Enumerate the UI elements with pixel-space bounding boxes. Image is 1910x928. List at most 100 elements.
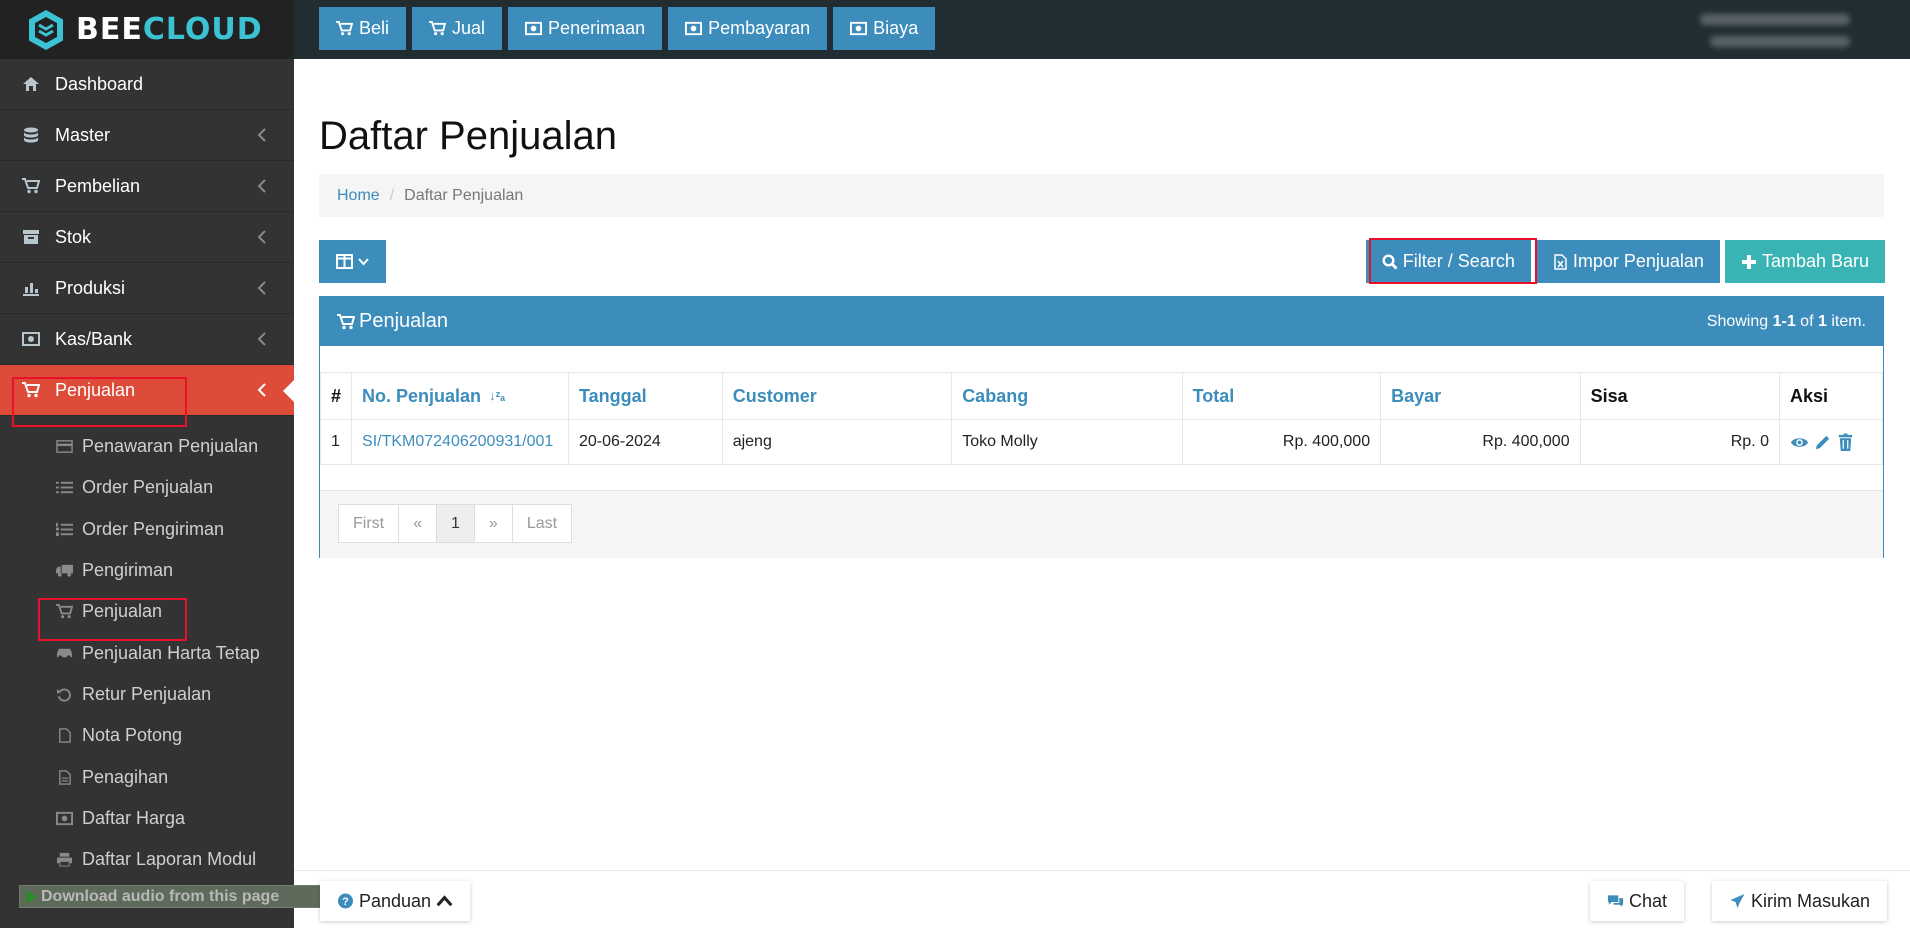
- sidebar-item-pembelian[interactable]: Pembelian: [0, 161, 294, 212]
- chat-button[interactable]: Chat: [1590, 881, 1685, 921]
- table-header-row: # No. Penjualan ↓ᶻₐ Tanggal Customer Cab…: [319, 372, 1883, 420]
- plus-icon: [1741, 254, 1756, 269]
- highlight-box: [12, 377, 187, 427]
- import-button[interactable]: Impor Penjualan: [1535, 240, 1720, 283]
- footer-divider: [294, 870, 1910, 871]
- brand-logo[interactable]: BEECLOUD: [0, 0, 294, 59]
- column-header-sisa: Sisa: [1579, 372, 1781, 420]
- panel-header: Penjualan Showing 1-1 of 1 item.: [320, 297, 1883, 346]
- archive-icon: [21, 228, 41, 246]
- sidebar-item-label: Pembelian: [55, 175, 141, 196]
- columns-icon: [336, 254, 353, 269]
- submenu-item-pengiriman[interactable]: Pengiriman: [0, 550, 294, 591]
- file-icon: [56, 728, 74, 744]
- submenu-item-retur-penjualan[interactable]: Retur Penjualan: [0, 674, 294, 715]
- column-header-aksi: Aksi: [1779, 372, 1883, 420]
- nav-penerimaan-button[interactable]: Penerimaan: [508, 7, 663, 50]
- sidebar-item-kas-bank[interactable]: Kas/Bank: [0, 314, 294, 365]
- breadcrumb-separator: /: [389, 186, 395, 204]
- submenu-item-order-pengiriman[interactable]: Order Pengiriman: [0, 509, 294, 550]
- breadcrumb: Home / Daftar Penjualan: [319, 174, 1884, 217]
- money-icon: [685, 21, 703, 36]
- add-new-button[interactable]: Tambah Baru: [1724, 240, 1885, 283]
- pagination-first[interactable]: First: [338, 504, 400, 543]
- eye-icon[interactable]: [1790, 433, 1809, 452]
- bar-chart-icon: [21, 279, 41, 297]
- column-header-no-penjualan[interactable]: No. Penjualan ↓ᶻₐ: [351, 372, 569, 420]
- row-index: 1: [319, 419, 353, 465]
- submenu-item-daftar-harga[interactable]: Daftar Harga: [0, 798, 294, 839]
- download-audio-bar[interactable]: Download audio from this page: [19, 885, 344, 908]
- nav-jual-button[interactable]: Jual: [412, 7, 503, 50]
- user-menu[interactable]: [1700, 8, 1850, 52]
- sales-table: # No. Penjualan ↓ᶻₐ Tanggal Customer Cab…: [319, 372, 1883, 465]
- sidebar-item-dashboard[interactable]: Dashboard: [0, 59, 294, 110]
- panduan-button[interactable]: ? Panduan: [320, 881, 471, 921]
- chevron-left-icon: [256, 229, 268, 245]
- sidebar-item-label: Kas/Bank: [55, 328, 133, 349]
- svg-text:?: ?: [342, 896, 349, 908]
- pagination: First « 1 » Last: [338, 504, 573, 543]
- row-bayar: Rp. 400,000: [1380, 419, 1581, 465]
- nav-biaya-button[interactable]: Biaya: [833, 7, 936, 50]
- nav-pembayaran-button[interactable]: Pembayaran: [668, 7, 828, 50]
- database-icon: [21, 126, 41, 144]
- submenu-item-penawaran-penjualan[interactable]: Penawaran Penjualan: [0, 426, 294, 467]
- comments-icon: [1607, 895, 1624, 907]
- money-icon: [56, 810, 74, 826]
- blurred-user-line: [1710, 36, 1850, 47]
- credit-card-icon: [56, 439, 74, 455]
- row-nomor-link[interactable]: SI/TKM072406200931/001: [351, 419, 569, 465]
- column-header-tanggal[interactable]: Tanggal: [567, 372, 723, 420]
- active-indicator: [283, 380, 294, 402]
- car-icon: [56, 645, 74, 661]
- submenu-item-penagihan[interactable]: Penagihan: [0, 756, 294, 797]
- cart-icon: [336, 21, 353, 36]
- sidebar-item-master[interactable]: Master: [0, 110, 294, 161]
- submenu-item-order-penjualan[interactable]: Order Penjualan: [0, 467, 294, 508]
- cart-icon: [337, 313, 355, 329]
- sidebar-item-produksi[interactable]: Produksi: [0, 263, 294, 314]
- sidebar-item-stok[interactable]: Stok: [0, 212, 294, 263]
- chevron-down-icon: [358, 257, 369, 265]
- paper-plane-icon: [1730, 894, 1745, 908]
- row-actions: [1779, 419, 1883, 465]
- undo-icon: [56, 686, 74, 702]
- highlight-box: [1369, 238, 1537, 284]
- column-header-total[interactable]: Total: [1181, 372, 1382, 420]
- column-header-cabang[interactable]: Cabang: [951, 372, 1183, 420]
- column-header-index: #: [319, 372, 353, 420]
- kirim-masukan-button[interactable]: Kirim Masukan: [1712, 881, 1888, 921]
- breadcrumb-home-link[interactable]: Home: [337, 187, 380, 205]
- pagination-prev[interactable]: «: [398, 504, 438, 543]
- nav-beli-button[interactable]: Beli: [319, 7, 407, 50]
- pagination-next[interactable]: »: [473, 504, 513, 543]
- cart-icon: [21, 177, 41, 195]
- row-tanggal: 20-06-2024: [567, 419, 723, 465]
- sidebar-item-label: Produksi: [55, 277, 126, 298]
- top-header: BEECLOUD Beli Jual Penerimaan Pembayaran…: [0, 0, 1910, 59]
- sidebar-item-label: Stok: [55, 226, 92, 247]
- column-header-customer[interactable]: Customer: [721, 372, 953, 420]
- column-toggle-button[interactable]: [319, 240, 386, 283]
- table-row: 1 SI/TKM072406200931/001 20-06-2024 ajen…: [319, 419, 1883, 465]
- pagination-page-1[interactable]: 1: [436, 504, 475, 543]
- submenu-item-nota-potong[interactable]: Nota Potong: [0, 715, 294, 756]
- pagination-last[interactable]: Last: [511, 504, 573, 543]
- main-content: Daftar Penjualan Home / Daftar Penjualan…: [294, 59, 1910, 928]
- truck-icon: [56, 563, 74, 579]
- pagination-bar: First « 1 » Last: [320, 490, 1883, 558]
- penjualan-submenu: Penawaran Penjualan Order Penjualan Orde…: [0, 416, 294, 880]
- money-icon: [525, 21, 543, 36]
- pencil-icon[interactable]: [1813, 433, 1832, 452]
- money-icon: [21, 330, 41, 348]
- file-text-icon: [56, 769, 74, 785]
- cart-icon: [429, 21, 447, 36]
- sidebar: Dashboard Master Pembelian Stok Produksi…: [0, 59, 294, 928]
- question-circle-icon: ?: [338, 893, 353, 909]
- sort-icon: ↓ᶻₐ: [489, 387, 506, 403]
- column-header-bayar[interactable]: Bayar: [1380, 372, 1581, 420]
- page-title: Daftar Penjualan: [319, 114, 617, 158]
- trash-icon[interactable]: [1836, 432, 1855, 452]
- submenu-item-daftar-laporan-modul[interactable]: Daftar Laporan Modul: [0, 839, 294, 880]
